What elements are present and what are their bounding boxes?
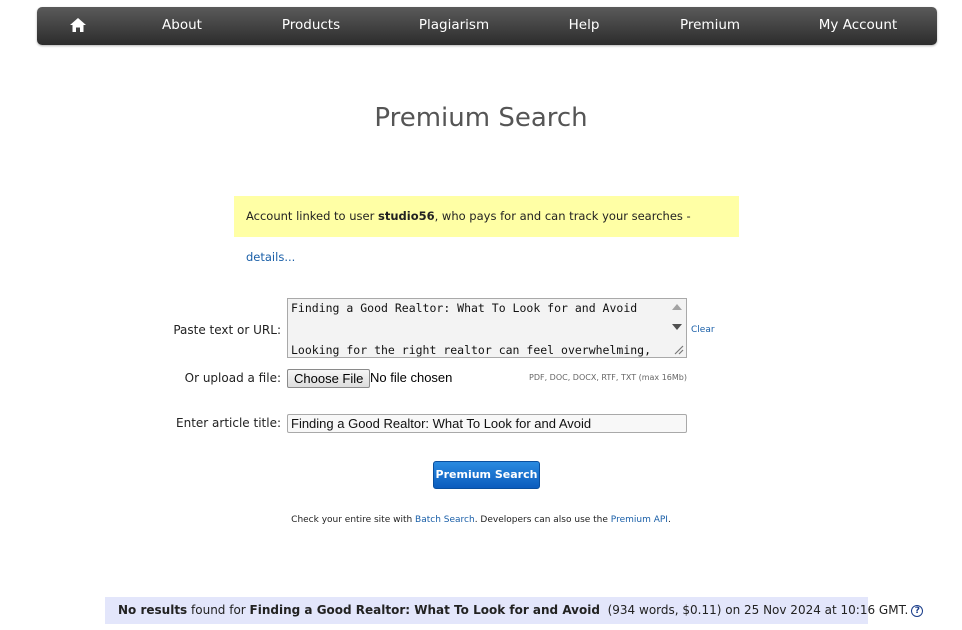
notice-suffix: , who pays for and can track your search… <box>434 209 691 223</box>
scroll-down-icon[interactable] <box>672 324 682 330</box>
batch-search-link[interactable]: Batch Search <box>415 515 475 525</box>
info-text-3: . <box>667 515 671 525</box>
page-title: Premium Search <box>374 103 588 133</box>
info-text-2: . Developers can also use the <box>474 515 611 525</box>
results-details: (934 words, $0.11) on 25 Nov 2024 at 10:… <box>599 603 909 617</box>
account-notice: Account linked to user studio56, who pay… <box>234 196 739 264</box>
notice-username: studio56 <box>378 209 435 223</box>
nav-my-account[interactable]: My Account <box>808 7 908 45</box>
premium-api-link[interactable]: Premium API <box>611 515 668 525</box>
nav-products[interactable]: Products <box>266 7 356 45</box>
info-line: Check your entire site with Batch Search… <box>0 515 962 525</box>
resize-grip-icon[interactable] <box>673 344 684 355</box>
scroll-up-icon[interactable] <box>672 304 682 310</box>
clear-link[interactable]: Clear <box>691 325 715 335</box>
textarea-line-3: Looking for the right realtor can feel o… <box>291 343 652 357</box>
nav-about[interactable]: About <box>142 7 222 45</box>
top-navigation: About Products Plagiarism Help Premium M… <box>37 7 937 45</box>
title-label: Enter article title: <box>176 416 281 430</box>
results-query: Finding a Good Realtor: What To Look for… <box>249 603 600 617</box>
choose-file-button[interactable]: Choose File <box>287 369 371 388</box>
article-title-input[interactable]: Finding a Good Realtor: What To Look for… <box>287 414 687 433</box>
help-circle-icon[interactable]: ? <box>911 605 924 617</box>
premium-search-button[interactable]: Premium Search <box>433 461 540 489</box>
paste-label: Paste text or URL: <box>173 323 281 337</box>
home-icon[interactable] <box>69 17 87 33</box>
nav-help[interactable]: Help <box>549 7 619 45</box>
nav-plagiarism[interactable]: Plagiarism <box>404 7 504 45</box>
no-file-chosen: No file chosen <box>370 370 453 385</box>
found-for-text: found for <box>187 603 250 617</box>
details-link[interactable]: details... <box>246 250 295 264</box>
upload-label: Or upload a file: <box>184 371 281 385</box>
info-text-1: Check your entire site with <box>291 515 416 525</box>
nav-premium[interactable]: Premium <box>665 7 755 45</box>
file-types-hint: PDF, DOC, DOCX, RTF, TXT (max 16Mb) <box>529 373 687 382</box>
results-bar: No results found for Finding a Good Real… <box>105 597 924 624</box>
notice-prefix: Account linked to user <box>246 209 378 223</box>
no-results-label: No results <box>118 603 188 617</box>
paste-text-area[interactable]: Finding a Good Realtor: What To Look for… <box>287 298 687 358</box>
textarea-line-1: Finding a Good Realtor: What To Look for… <box>291 301 638 315</box>
